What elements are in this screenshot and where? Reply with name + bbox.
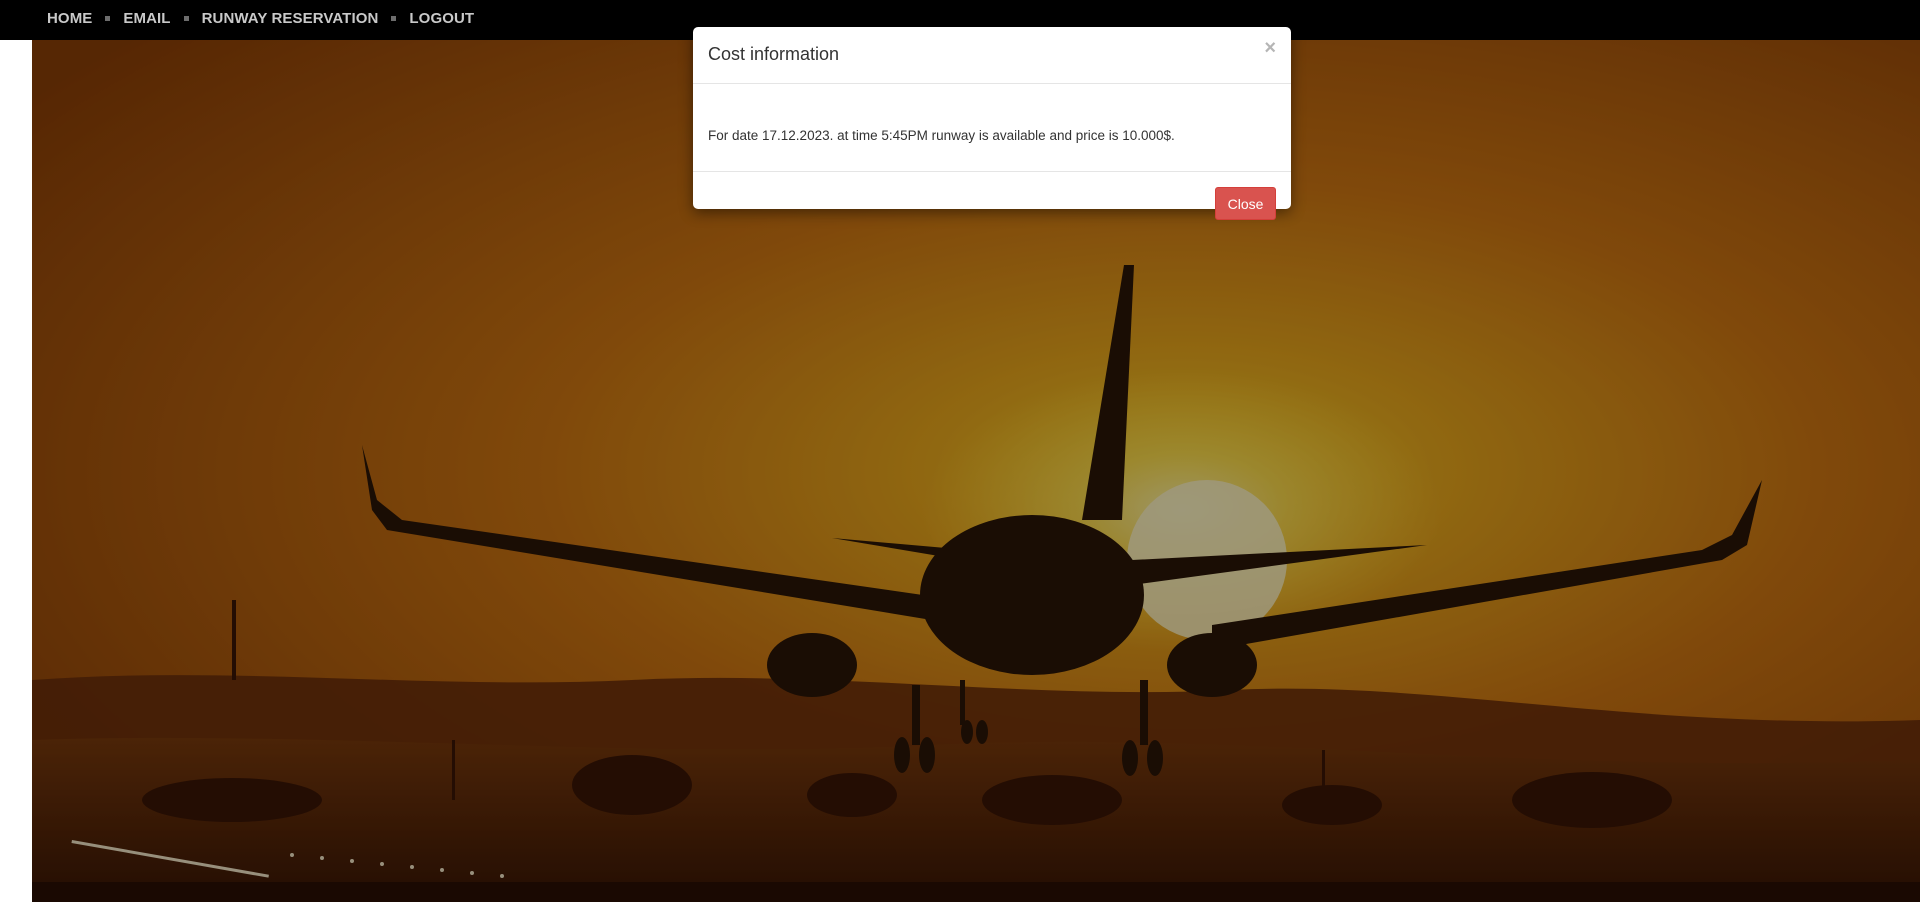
nav-item-logout[interactable]: LOGOUT [409, 10, 474, 27]
nav-item-runway-reservation[interactable]: RUNWAY RESERVATION [202, 10, 379, 27]
modal-header: Cost information × [693, 27, 1291, 84]
nav-separator-icon [105, 15, 111, 21]
nav-item-email[interactable]: EMAIL [123, 10, 170, 27]
modal-body: For date 17.12.2023. at time 5:45PM runw… [693, 84, 1291, 172]
modal-title: Cost information [708, 44, 840, 64]
nav-separator-icon [391, 15, 397, 21]
nav-menu: HOME EMAIL RUNWAY RESERVATION LOGOUT [47, 0, 474, 36]
nav-item-home[interactable]: HOME [47, 10, 92, 27]
cost-message: For date 17.12.2023. at time 5:45PM runw… [708, 128, 1175, 143]
modal-footer: Close [693, 172, 1291, 220]
page: HOME EMAIL RUNWAY RESERVATION LOGOUT Cos… [0, 0, 1920, 911]
close-icon[interactable]: × [1264, 38, 1276, 58]
nav-separator-icon [183, 15, 189, 21]
cost-information-modal: Cost information × For date 17.12.2023. … [693, 27, 1291, 220]
close-button[interactable]: Close [1215, 187, 1276, 220]
